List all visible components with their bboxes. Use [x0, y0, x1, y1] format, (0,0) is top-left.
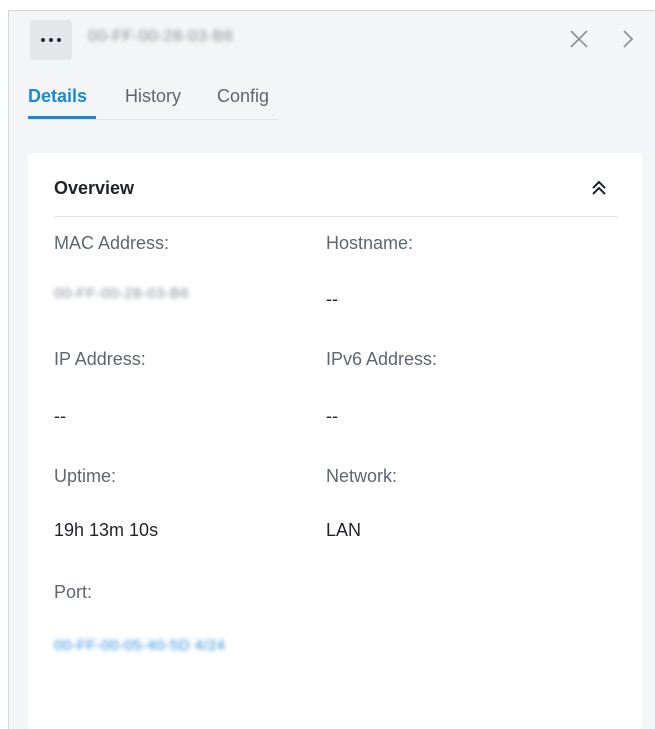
mac-address-value: 00-FF-00-28-03-B6 [54, 285, 190, 302]
tab-bar: Details History Config [28, 86, 279, 120]
hostname-value: -- [326, 289, 338, 309]
tab-history[interactable]: History [125, 86, 181, 107]
ip-address-label: IP Address: [54, 349, 146, 369]
ipv6-address-value: -- [326, 406, 338, 426]
device-name-title: 00-FF-00-28-03-B6 [88, 28, 234, 45]
hostname-label: Hostname: [326, 233, 414, 253]
chevron-right-icon[interactable] [620, 28, 636, 50]
network-value: LAN [326, 520, 362, 540]
overview-card: Overview MAC Address: 00-FF-00-28-03-B6 … [28, 153, 642, 729]
active-tab-indicator [28, 116, 96, 119]
more-horizontal-icon [41, 38, 61, 42]
tab-config[interactable]: Config [217, 86, 269, 107]
overview-divider [54, 216, 618, 217]
close-icon[interactable] [568, 28, 590, 50]
port-label: Port: [54, 582, 93, 602]
port-link[interactable]: 00-FF-00-05-40-5D 4/24 [54, 637, 225, 654]
ipv6-address-label: IPv6 Address: [326, 349, 438, 369]
tab-details[interactable]: Details [28, 86, 87, 107]
overview-title: Overview [54, 178, 135, 198]
uptime-value: 19h 13m 10s [54, 520, 159, 540]
more-actions-button[interactable] [30, 20, 72, 60]
network-label: Network: [326, 466, 398, 486]
double-chevron-up-icon[interactable] [590, 179, 608, 197]
uptime-label: Uptime: [54, 466, 117, 486]
mac-address-label: MAC Address: [54, 233, 170, 253]
ip-address-value: -- [54, 406, 66, 426]
